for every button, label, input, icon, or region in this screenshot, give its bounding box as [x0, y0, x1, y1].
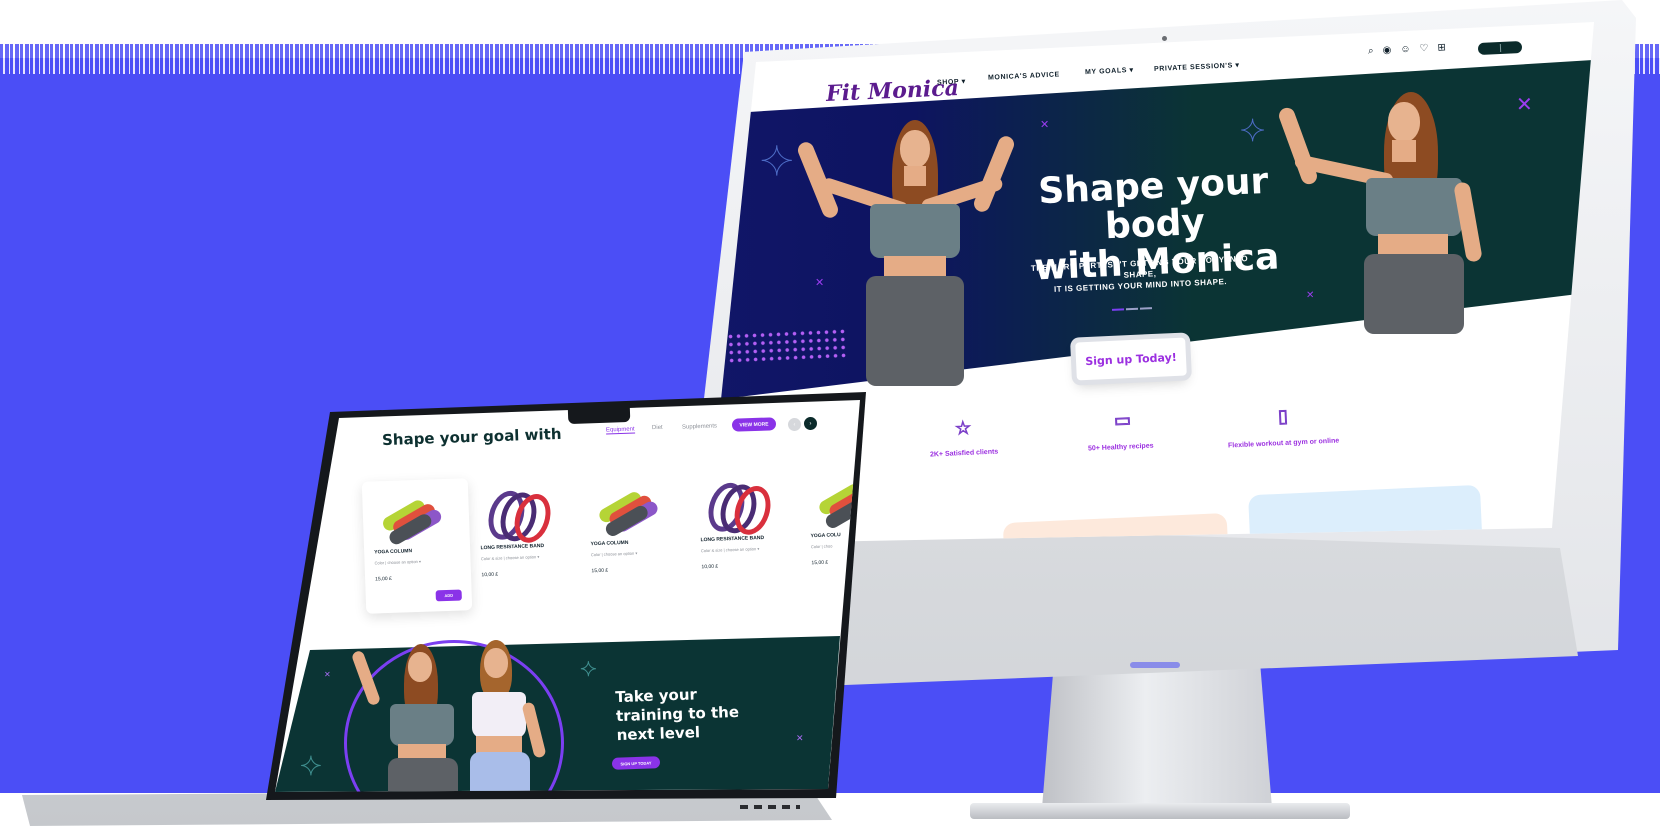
- wishlist-icon[interactable]: ♡: [1419, 43, 1428, 54]
- promo-title: Take your training to the next level: [615, 685, 740, 745]
- book-icon: ▭: [1113, 409, 1132, 431]
- promo-sign-up-button[interactable]: SIGN UP TODAY: [611, 756, 661, 770]
- product-option[interactable]: Color & size | choose an option ▾: [701, 546, 771, 553]
- phone-icon: ▯: [1277, 405, 1289, 427]
- star-decoration-icon: ✦: [1239, 115, 1266, 149]
- laptop-notch: [567, 401, 631, 425]
- language-flag-icon[interactable]: ◉: [1382, 45, 1391, 56]
- product-name: LONG RESISTANCE BAND: [700, 534, 765, 544]
- tab-supplements[interactable]: Supplements: [682, 423, 717, 430]
- product-option[interactable]: Color | choose an option ▾: [374, 557, 460, 566]
- close-icon[interactable]: ✕: [1516, 92, 1533, 116]
- product-name: YOGA COLUMN: [374, 548, 413, 556]
- app-store-buttons[interactable]: [1477, 41, 1523, 55]
- user-icon[interactable]: ☺: [1400, 44, 1411, 55]
- search-icon[interactable]: ⌕: [1368, 46, 1374, 57]
- star-decoration-icon: ✦: [300, 751, 323, 782]
- product-image: [372, 489, 444, 547]
- cross-decoration-icon: ✕: [1306, 290, 1315, 301]
- cart-icon[interactable]: ⊞: [1437, 42, 1446, 53]
- star-decoration-icon: ✦: [760, 140, 795, 184]
- cross-decoration-icon: ✕: [324, 670, 331, 679]
- tab-diet[interactable]: Diet: [652, 425, 663, 431]
- product-name: YOGA COLUMN: [590, 539, 629, 548]
- product-option[interactable]: Color | choose an option ▾: [591, 550, 661, 558]
- sign-up-button[interactable]: Sign up Today!: [1075, 337, 1187, 381]
- dot-pattern: [726, 327, 848, 363]
- star-decoration-icon: ✦: [580, 659, 598, 682]
- imac-foot: [970, 803, 1350, 819]
- laptop-ports: [740, 805, 800, 809]
- product-name: LONG RESISTANCE BAND: [480, 542, 545, 552]
- product-price: 15,00 £: [375, 575, 392, 583]
- product-card[interactable]: LONG RESISTANCE BAND Color & size | choo…: [478, 485, 557, 578]
- product-card[interactable]: LONG RESISTANCE BAND Color & size | choo…: [698, 477, 777, 570]
- product-option[interactable]: Color & size | choose an option ▾: [481, 554, 551, 561]
- view-more-button[interactable]: VIEW MORE: [731, 417, 777, 432]
- product-card[interactable]: YOGA COLUMN Color | choose an option ▾ 1…: [361, 478, 473, 614]
- add-to-cart-button[interactable]: ADD: [435, 589, 462, 602]
- product-card[interactable]: YOGA COLUMN Color | choose an option ▾ 1…: [588, 481, 661, 574]
- product-image: [478, 485, 557, 548]
- cross-decoration-icon: ✕: [815, 276, 825, 289]
- cross-decoration-icon: ✕: [796, 734, 804, 744]
- cross-decoration-icon: ✕: [1040, 118, 1050, 131]
- nav-shop[interactable]: SHOP ▾: [937, 77, 966, 86]
- star-icon: ☆: [954, 417, 972, 439]
- imac-chin-badge: [1130, 662, 1180, 668]
- tab-equipment[interactable]: Equipment: [605, 426, 635, 435]
- product-image: [588, 481, 661, 539]
- product-image: [698, 477, 777, 540]
- imac-camera-icon: [1162, 36, 1167, 41]
